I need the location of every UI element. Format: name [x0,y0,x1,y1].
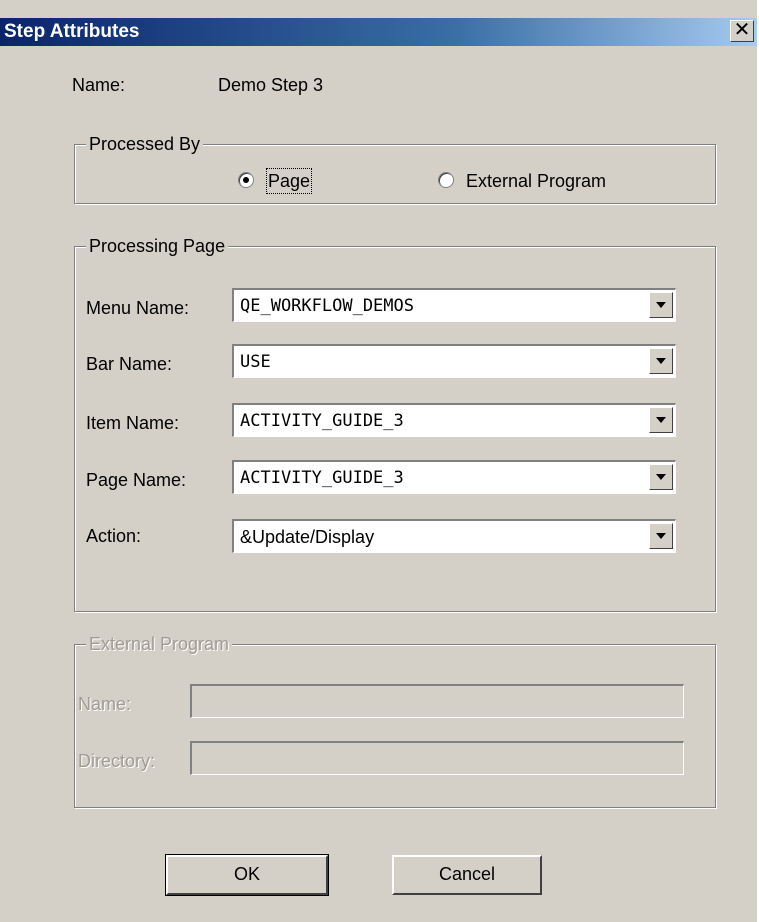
close-icon: ✕ [733,19,751,41]
step-attributes-dialog: Step Attributes ✕ Name: Demo Step 3 Proc… [0,0,759,922]
action-combo[interactable]: &Update/Display [232,519,676,553]
menu-name-dropdown-button[interactable] [649,292,673,318]
action-label: Action: [86,526,142,546]
close-button[interactable]: ✕ [730,20,754,42]
page-name-label: Page Name: [86,470,187,490]
menu-name-label: Menu Name: [86,298,190,318]
action-value: &Update/Display [240,527,375,547]
ok-button[interactable]: OK [165,854,329,896]
external-name-field[interactable] [190,684,684,718]
chevron-down-icon [656,474,666,480]
bar-name-dropdown-button[interactable] [649,348,673,374]
bar-name-value: USE [240,352,271,372]
chevron-down-icon [656,417,666,423]
external-directory-label: Directory: [78,751,156,771]
external-name-label: Name: [78,694,132,714]
external-program-radio[interactable] [438,172,454,188]
item-name-value: ACTIVITY_GUIDE_3 [240,411,404,431]
external-program-radio-label[interactable]: External Program [466,170,606,192]
page-name-dropdown-button[interactable] [649,464,673,490]
bar-name-combo[interactable]: USE [232,344,676,378]
page-radio-label[interactable]: Page [265,168,313,194]
processing-page-legend: Processing Page [86,235,229,257]
bar-name-label: Bar Name: [86,354,173,374]
page-name-combo[interactable]: ACTIVITY_GUIDE_3 [232,460,676,494]
external-program-group [74,644,716,808]
menu-name-combo[interactable]: QE_WORKFLOW_DEMOS [232,288,676,322]
page-name-value: ACTIVITY_GUIDE_3 [240,468,404,488]
chevron-down-icon [656,358,666,364]
cancel-button[interactable]: Cancel [392,855,542,895]
action-dropdown-button[interactable] [649,523,673,549]
menu-name-value: QE_WORKFLOW_DEMOS [240,296,414,316]
step-name-value: Demo Step 3 [218,75,324,95]
external-directory-field[interactable] [190,741,684,775]
item-name-dropdown-button[interactable] [649,407,673,433]
title-bar[interactable]: Step Attributes ✕ [0,0,757,46]
item-name-combo[interactable]: ACTIVITY_GUIDE_3 [232,403,676,437]
item-name-label: Item Name: [86,413,180,433]
window-title: Step Attributes [4,21,140,42]
external-program-legend: External Program [86,633,233,655]
page-radio[interactable] [238,172,254,188]
processed-by-legend: Processed By [86,133,204,155]
radio-selected-dot [243,177,249,183]
name-label: Name: [72,75,126,95]
chevron-down-icon [656,302,666,308]
chevron-down-icon [656,533,666,539]
